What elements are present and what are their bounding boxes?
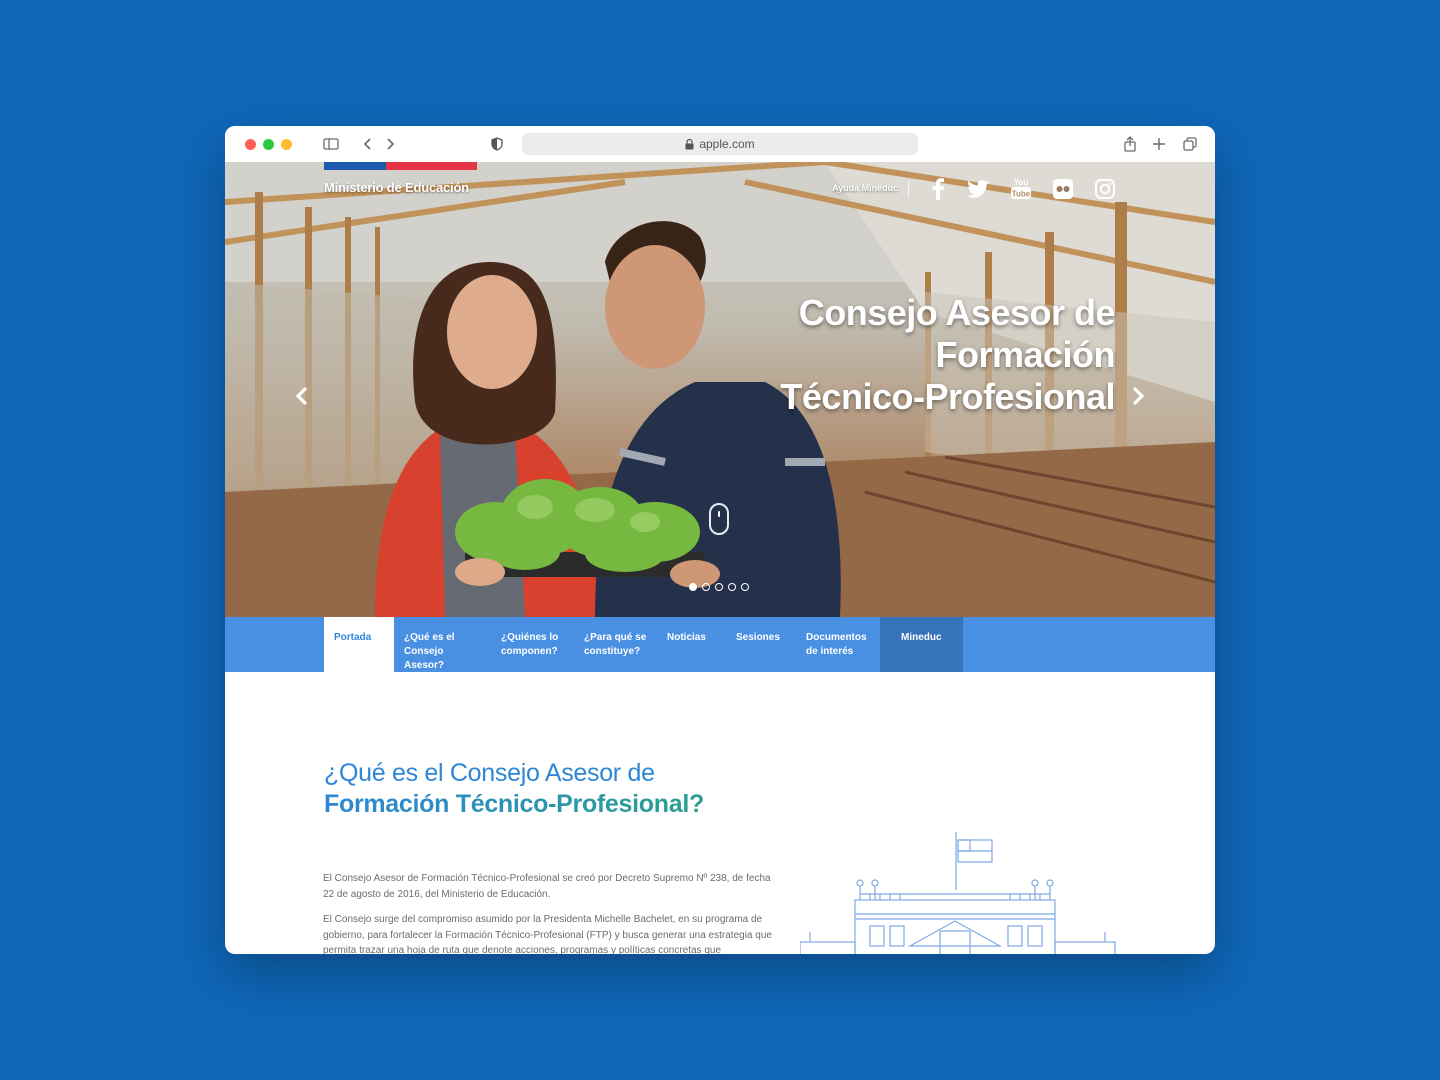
- youtube-icon[interactable]: You Tube: [1009, 177, 1033, 201]
- scroll-down-mouse-icon[interactable]: [709, 503, 729, 535]
- carousel-dot-1[interactable]: [689, 583, 697, 591]
- la-moneda-palace-illustration: [800, 832, 1116, 954]
- nav-item-documentos[interactable]: Documentos de interés: [796, 617, 880, 672]
- section-heading-line1: ¿Qué es el Consejo Asesor de: [324, 759, 655, 787]
- svg-text:You: You: [1014, 178, 1029, 187]
- carousel-dot-3[interactable]: [715, 583, 723, 591]
- new-tab-icon[interactable]: [1150, 135, 1168, 153]
- ministry-logo-text[interactable]: Ministerio de Educación: [324, 180, 469, 195]
- carousel-prev-arrow-icon[interactable]: [292, 384, 312, 408]
- help-link[interactable]: Ayuda Mineduc: [832, 183, 898, 193]
- instagram-icon[interactable]: [1093, 177, 1117, 201]
- url-text: apple.com: [699, 137, 755, 151]
- hero-title-line2: Formación: [935, 334, 1115, 375]
- minimize-window-button[interactable]: [281, 139, 292, 150]
- intro-paragraph-2: El Consejo surge del compromiso asumido …: [323, 914, 772, 954]
- flag-stripe: [324, 162, 477, 170]
- twitter-icon[interactable]: [966, 177, 990, 201]
- section-heading-line2: Formación Técnico-Profesional?: [324, 790, 704, 818]
- header-divider: [908, 180, 909, 198]
- forward-icon[interactable]: [381, 135, 399, 153]
- nav-item-portada[interactable]: Portada: [324, 617, 394, 672]
- privacy-shield-icon[interactable]: [488, 135, 506, 153]
- browser-toolbar: apple.com: [225, 126, 1215, 162]
- main-nav: Portada ¿Qué es el Consejo Asesor? ¿Quié…: [225, 617, 1215, 672]
- hero-title-line3: Técnico-Profesional: [780, 376, 1115, 417]
- nav-item-para-que[interactable]: ¿Para qué se constituye?: [574, 617, 657, 672]
- maximize-window-button[interactable]: [263, 139, 274, 150]
- facebook-icon[interactable]: [926, 177, 950, 201]
- lock-icon: [685, 138, 694, 149]
- hero-title: Consejo Asesor de Formación Técnico-Prof…: [695, 292, 1115, 418]
- tabs-overview-icon[interactable]: [1181, 135, 1199, 153]
- close-window-button[interactable]: [245, 139, 256, 150]
- back-icon[interactable]: [359, 135, 377, 153]
- svg-text:Tube: Tube: [1012, 190, 1031, 199]
- nav-item-mineduc[interactable]: Mineduc: [880, 617, 963, 672]
- hero-carousel: Ministerio de Educación Ayuda Mineduc Yo…: [225, 162, 1215, 617]
- nav-item-noticias[interactable]: Noticias: [657, 617, 726, 672]
- carousel-dot-4[interactable]: [728, 583, 736, 591]
- carousel-dot-5[interactable]: [741, 583, 749, 591]
- intro-paragraph-1: El Consejo Asesor de Formación Técnico-P…: [323, 873, 771, 900]
- nav-item-que-es[interactable]: ¿Qué es el Consejo Asesor?: [394, 617, 491, 672]
- nav-item-sesiones[interactable]: Sesiones: [726, 617, 796, 672]
- hero-title-line1: Consejo Asesor de: [798, 292, 1116, 333]
- carousel-next-arrow-icon[interactable]: [1128, 384, 1148, 408]
- carousel-dot-2[interactable]: [702, 583, 710, 591]
- address-bar[interactable]: apple.com: [522, 133, 918, 155]
- sidebar-icon[interactable]: [322, 135, 340, 153]
- share-icon[interactable]: [1121, 135, 1139, 153]
- carousel-pagination: [689, 583, 749, 591]
- flickr-icon[interactable]: [1051, 177, 1075, 201]
- nav-item-quienes[interactable]: ¿Quiénes lo componen?: [491, 617, 574, 672]
- browser-window: apple.com Ministerio de Educación Ayuda …: [225, 126, 1215, 954]
